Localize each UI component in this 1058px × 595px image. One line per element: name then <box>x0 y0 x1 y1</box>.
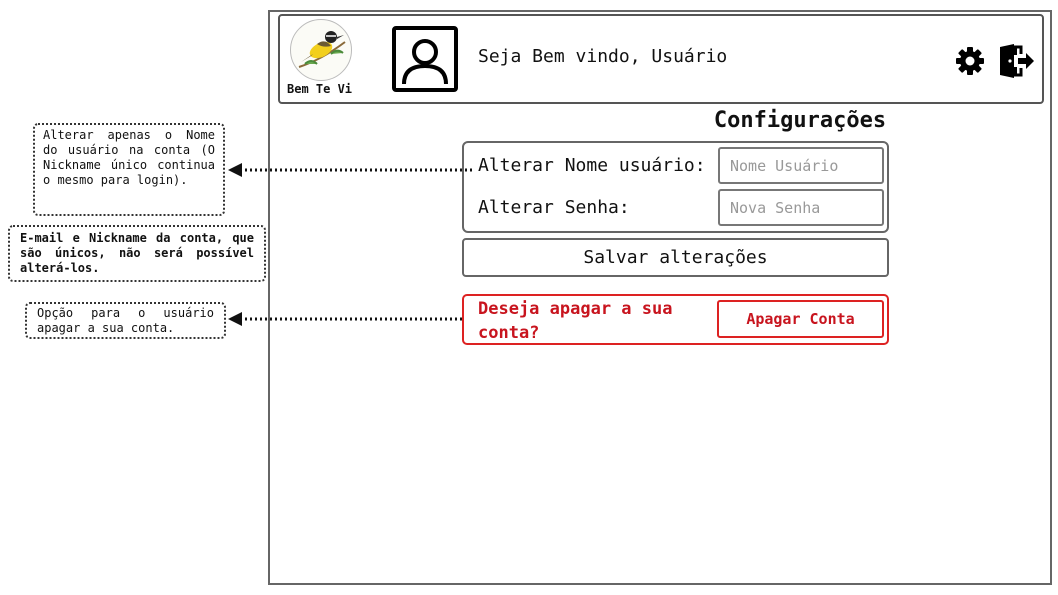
user-avatar-icon <box>402 39 448 85</box>
arrow-to-name-field <box>228 163 474 177</box>
logout-button[interactable] <box>997 43 1035 79</box>
user-avatar[interactable] <box>392 26 458 92</box>
password-label: Alterar Senha: <box>478 197 630 218</box>
password-input[interactable] <box>718 189 884 226</box>
gear-icon <box>956 47 984 75</box>
bird-logo[interactable] <box>290 19 352 81</box>
name-label: Alterar Nome usuário: <box>478 155 706 176</box>
delete-account-button[interactable]: Apagar Conta <box>717 300 884 338</box>
page-title-text: Configurações <box>713 108 887 133</box>
settings-button[interactable] <box>955 46 985 76</box>
logout-icon <box>1000 44 1034 78</box>
arrow-to-delete-section <box>228 312 462 326</box>
logo-text: Bem Te Vi <box>287 82 353 96</box>
annotation-name-note: Alterar apenas o Nome do usuário na cont… <box>33 123 225 216</box>
name-input[interactable] <box>718 147 884 184</box>
welcome-text: Seja Bem vindo, Usuário <box>478 46 728 67</box>
annotation-delete-note: Opção para o usuário apagar a sua conta. <box>25 302 226 339</box>
annotation-email-note: E-mail e Nickname da conta, que são únic… <box>8 225 266 282</box>
save-button[interactable]: Salvar alterações <box>462 238 889 277</box>
bird-logo-icon <box>298 31 346 68</box>
delete-question: Deseja apagar a sua conta? <box>478 299 673 343</box>
